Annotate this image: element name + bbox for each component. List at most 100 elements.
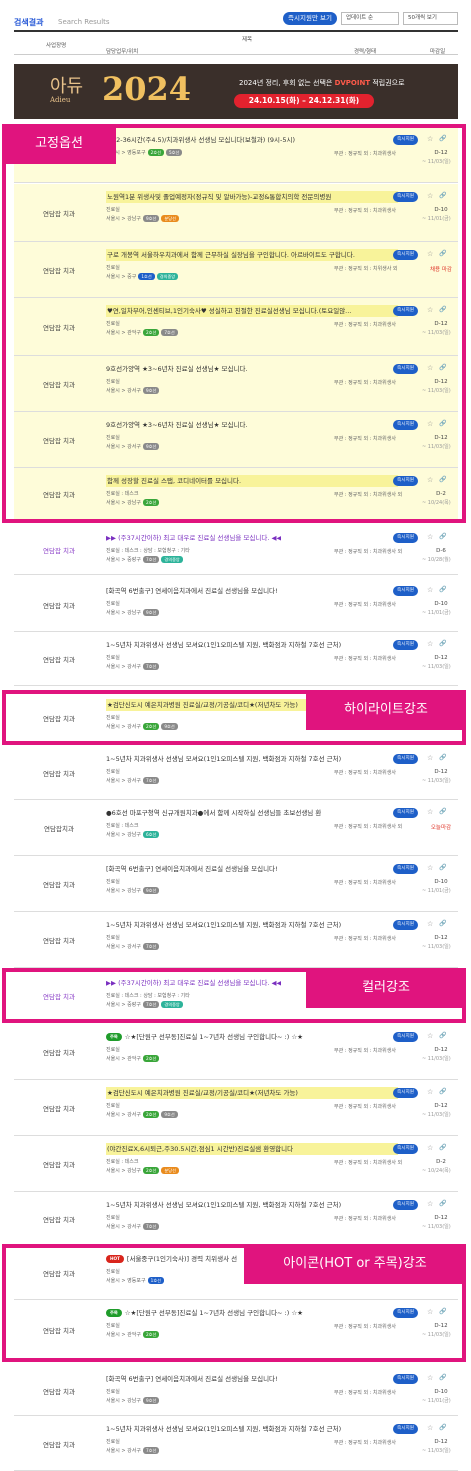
star-icon[interactable]: ☆ <box>427 1032 433 1040</box>
link-icon[interactable]: 🔗 <box>439 1200 446 1207</box>
link-icon[interactable]: 🔗 <box>439 533 446 540</box>
link-icon[interactable]: 🔗 <box>439 1144 446 1151</box>
job-location: 서울시 > 강서구 7호선 <box>106 1223 160 1230</box>
link-icon[interactable]: 🔗 <box>439 1374 446 1381</box>
job-row[interactable]: 연담잡 치과 1~5년차 치과위생사 선생님 모셔요(1인1오피스텔 지원, 백화… <box>14 912 458 968</box>
link-icon[interactable]: 🔗 <box>439 1088 446 1095</box>
urgent-badge[interactable]: 즉시지원 <box>393 1144 418 1154</box>
per-page-select[interactable]: 50개씩 보기 <box>403 12 458 25</box>
fixed-option-frame <box>2 124 466 523</box>
company-name[interactable]: 연담잡 치과 <box>14 1103 104 1113</box>
job-row[interactable]: 연담잡 치과 1~5년차 치과위생사 선생님 모셔요(1인1오피스텔 지원, 백화… <box>14 632 458 686</box>
company-name[interactable]: 연담잡 치과 <box>14 545 104 555</box>
star-icon[interactable]: ☆ <box>427 640 433 648</box>
job-title[interactable]: ●6호선 마포구청역 신규개원치과●에서 함께 시작하실 선생님들 초보선생님 … <box>106 807 321 819</box>
job-row[interactable]: 연담잡 치과 ★검단신도시 예은치과병원 진료실/교정/기공실/코디★(저년차도 … <box>14 1080 458 1136</box>
job-title[interactable]: [화곡역 6번출구] 연세이음치과에서 진료실 선생님을 모십니다! <box>106 1373 278 1385</box>
urgent-badge[interactable]: 즉시지원 <box>393 1032 418 1042</box>
subway-tag: 2호선 <box>142 1055 160 1062</box>
company-name[interactable]: 연담잡 치과 <box>14 935 104 945</box>
company-name[interactable]: 연담잡 치과 <box>14 879 104 889</box>
job-row[interactable]: 연담잡 치과 ▶▶ (주37시간이하) 최고 대우로 진료실 선생님을 모십니다.… <box>14 525 458 575</box>
company-name[interactable]: 연담잡치과 <box>14 823 104 833</box>
urgent-badge[interactable]: 즉시지원 <box>393 1374 418 1384</box>
star-icon[interactable]: ☆ <box>427 1424 433 1432</box>
job-row[interactable]: 연담잡 치과 1~5년차 치과위생사 선생님 모셔요(1인1오피스텔 지원, 백화… <box>14 746 458 800</box>
star-icon[interactable]: ☆ <box>427 864 433 872</box>
job-title[interactable]: ★검단신도시 예은치과병원 진료실/교정/기공실/코디★(저년차도 가능) <box>106 1087 398 1099</box>
urgent-badge[interactable]: 즉시지원 <box>393 586 418 596</box>
link-icon[interactable]: 🔗 <box>439 1424 446 1431</box>
urgent-badge[interactable]: 즉시지원 <box>393 808 418 818</box>
star-icon[interactable]: ☆ <box>427 754 433 762</box>
company-name[interactable]: 연담잡 치과 <box>14 654 104 664</box>
job-row[interactable]: 연담잡 치과 주목 ☆★[단원구 선부동]진료실 1~7년차 선생님 구인합니다~ … <box>14 1024 458 1080</box>
company-name[interactable]: 연담잡 치과 <box>14 1386 104 1396</box>
job-title[interactable]: 1~5년차 치과위생사 선생님 모셔요(1인1오피스텔 지원, 백화점과 지하철… <box>106 1423 341 1435</box>
urgent-badge[interactable]: 즉시지원 <box>393 1200 418 1210</box>
star-icon[interactable]: ☆ <box>427 920 433 928</box>
company-name[interactable]: 연담잡 치과 <box>14 1159 104 1169</box>
job-title[interactable]: 주목 ☆★[단원구 선부동]진료실 1~7년차 선생님 구인합니다~ :) ☆★ <box>106 1031 303 1043</box>
subway-tag: 6호선 <box>142 831 160 838</box>
job-row[interactable]: 연담잡 치과 1~5년차 치과위생사 선생님 모셔요(1인1오피스텔 지원, 백화… <box>14 1416 458 1471</box>
urgent-badge[interactable]: 즉시지원 <box>393 1088 418 1098</box>
urgent-badge[interactable]: 즉시지원 <box>393 1424 418 1434</box>
job-row[interactable]: 연담잡 치과 [화곡역 6번출구] 연세이음치과에서 진료실 선생님을 모십니다!… <box>14 578 458 632</box>
company-name[interactable]: 연담잡 치과 <box>14 600 104 610</box>
icon-label: 아이콘(HOT or 주목)강조 <box>244 1244 466 1284</box>
results-subtitle: Search Results <box>58 18 110 26</box>
job-role: 진료실 <box>106 935 120 941</box>
link-icon[interactable]: 🔗 <box>439 808 446 815</box>
job-role: 진료실 <box>106 601 120 607</box>
urgent-badge[interactable]: 즉시지원 <box>393 864 418 874</box>
job-row[interactable]: 연담잡 치과 (야간진료X,6시퇴근,주30.5시간,점심1 시간반)진료실샘 환… <box>14 1136 458 1192</box>
star-icon[interactable]: ☆ <box>427 808 433 816</box>
link-icon[interactable]: 🔗 <box>439 864 446 871</box>
link-icon[interactable]: 🔗 <box>439 920 446 927</box>
job-row[interactable]: 연담잡 치과 [화곡역 6번출구] 연세이음치과에서 진료실 선생님을 모십니다!… <box>14 1366 458 1416</box>
urgent-badge[interactable]: 즉시지원 <box>393 754 418 764</box>
urgent-badge[interactable]: 즉시지원 <box>393 920 418 930</box>
job-title[interactable]: [화곡역 6번출구] 연세이음치과에서 진료실 선생님을 모십니다! <box>106 863 278 875</box>
link-icon[interactable]: 🔗 <box>439 640 446 647</box>
star-icon[interactable]: ☆ <box>427 1374 433 1382</box>
star-icon[interactable]: ☆ <box>427 1088 433 1096</box>
company-name[interactable]: 연담잡 치과 <box>14 1047 104 1057</box>
link-icon[interactable]: 🔗 <box>439 1032 446 1039</box>
company-name[interactable]: 연담잡 치과 <box>14 768 104 778</box>
job-row[interactable]: 연담잡치과 ●6호선 마포구청역 신규개원치과●에서 함께 시작하실 선생님들 초… <box>14 800 458 856</box>
sort-select[interactable]: 업데이트 순 <box>341 12 399 25</box>
job-conditions: 무관 : 정규직 외 : 치과위생사 <box>334 656 396 662</box>
star-icon[interactable]: ☆ <box>427 533 433 541</box>
job-title[interactable]: 1~5년차 치과위생사 선생님 모셔요(1인1오피스텔 지원, 백화점과 지하철… <box>106 753 341 765</box>
urgent-badge[interactable]: 즉시지원 <box>393 640 418 650</box>
link-icon[interactable]: 🔗 <box>439 754 446 761</box>
star-icon[interactable]: ☆ <box>427 1144 433 1152</box>
job-row[interactable]: 연담잡 치과 [화곡역 6번출구] 연세이음치과에서 진료실 선생님을 모십니다!… <box>14 856 458 912</box>
job-title[interactable]: ▶▶ (주37시간이하) 최고 대우로 진료실 선생님을 모십니다. ◀◀ <box>106 532 281 544</box>
star-icon[interactable]: ☆ <box>427 586 433 594</box>
job-title[interactable]: (야간진료X,6시퇴근,주30.5시간,점심1 시간반)진료실샘 환영합니다 <box>106 1143 398 1155</box>
job-conditions: 무관 : 정규직 외 : 치과위생사 <box>334 1440 396 1446</box>
promo-banner[interactable]: 아듀 Adieu 2024 2024년 정리, 후회 없는 선택은 DVPOIN… <box>14 64 458 119</box>
deadline-date: ~ 11/01(금) <box>422 610 451 616</box>
job-title[interactable]: [화곡역 6번출구] 연세이음치과에서 진료실 선생님을 모십니다! <box>106 585 278 597</box>
job-title[interactable]: 1~5년차 치과위생사 선생님 모셔요(1인1오피스텔 지원, 백화점과 지하철… <box>106 919 341 931</box>
link-icon[interactable]: 🔗 <box>439 586 446 593</box>
job-row[interactable]: 연담잡 치과 1~5년차 치과위생사 선생님 모셔요(1인1오피스텔 지원, 백화… <box>14 1192 458 1246</box>
deadline-days: D-12 <box>434 1439 448 1445</box>
urgent-only-button[interactable]: 즉시지원만 보기 <box>283 12 337 25</box>
star-icon[interactable]: ☆ <box>427 1200 433 1208</box>
company-name[interactable]: 연담잡 치과 <box>14 1214 104 1224</box>
job-location: 서울시 > 강서구 7호선 <box>106 777 160 784</box>
deadline-days: 오늘마감 <box>430 825 452 831</box>
job-title[interactable]: 1~5년차 치과위생사 선생님 모셔요(1인1오피스텔 지원, 백화점과 지하철… <box>106 1199 341 1211</box>
company-name[interactable]: 연담잡 치과 <box>14 1439 104 1449</box>
deadline-date: ~ 11/03(일) <box>422 778 451 784</box>
job-title[interactable]: 1~5년차 치과위생사 선생님 모셔요(1인1오피스텔 지원, 백화점과 지하철… <box>106 639 341 651</box>
urgent-badge[interactable]: 즉시지원 <box>393 533 418 543</box>
job-location: 서울시 > 강서구 2호선 9호선 <box>106 1111 178 1118</box>
subway-tag: 7호선 <box>142 1223 160 1230</box>
subway-tag: 분당선 <box>161 1167 179 1174</box>
